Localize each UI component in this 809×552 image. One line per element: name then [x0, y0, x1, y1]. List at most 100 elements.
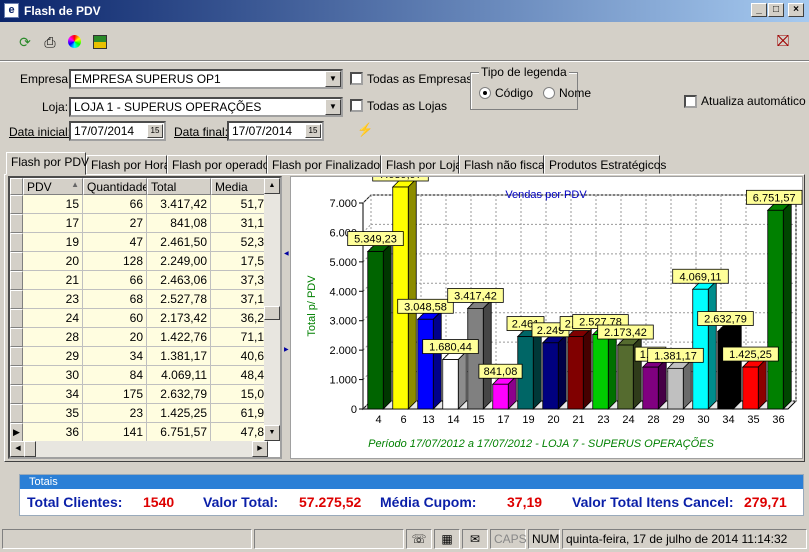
chevron-down-icon[interactable]: ▼	[325, 99, 341, 115]
table-row[interactable]: 23 68 2.527,78 37,1	[10, 290, 268, 309]
minimize-button[interactable]: _	[751, 3, 767, 17]
pdv-grid[interactable]: PDV ▲ Quantidade Total Media 15 66 3.417,42…	[8, 176, 282, 459]
color-wheel-icon[interactable]	[66, 33, 84, 51]
table-cell: 29	[23, 347, 83, 366]
row-indicator[interactable]	[10, 195, 23, 214]
data-final-field[interactable]: 17/07/2014 15	[227, 121, 324, 141]
data-inicial-field[interactable]: 17/07/2014 15	[69, 121, 166, 141]
table-row[interactable]: 35 23 1.425,25 61,9	[10, 404, 268, 423]
data-label: 841,08	[484, 366, 518, 378]
row-indicator[interactable]	[10, 252, 23, 271]
bar-side	[682, 359, 692, 410]
row-indicator[interactable]	[10, 347, 23, 366]
tab-flash-pdv[interactable]: Flash por PDV	[6, 152, 89, 175]
scroll-thumb[interactable]	[264, 306, 280, 320]
table-cell: 2.463,06	[147, 271, 211, 290]
table-row[interactable]: 17 27 841,08 31,1	[10, 214, 268, 233]
row-indicator[interactable]	[10, 214, 23, 233]
loja-label: Loja:	[42, 100, 69, 114]
scroll-up-arrow-icon[interactable]: ▲	[264, 178, 280, 194]
x-tick-label: 24	[622, 414, 634, 426]
calendar-icon[interactable]: 15	[147, 124, 163, 138]
todas-empresas-checkbox[interactable]	[350, 72, 363, 85]
table-row[interactable]: 21 66 2.463,06 37,3	[10, 271, 268, 290]
loja-select[interactable]: LOJA 1 - SUPERUS OPERAÇÕES ▼	[69, 97, 343, 117]
grid-vertical-scrollbar[interactable]: ▲ ▼	[264, 178, 280, 441]
grid-header-total[interactable]: Total	[147, 178, 211, 195]
exit-door-icon[interactable]: ⛝	[774, 33, 792, 51]
table-cell: 37,1	[211, 290, 268, 309]
x-tick-label: 19	[522, 414, 534, 426]
bar	[667, 367, 684, 410]
grid-corner	[10, 178, 23, 195]
tab-produtos-estrategicos[interactable]: Produtos Estratégicos	[544, 155, 666, 174]
todas-lojas-checkbox[interactable]	[350, 99, 363, 112]
table-row[interactable]: 30 84 4.069,11 48,4	[10, 366, 268, 385]
row-indicator[interactable]	[10, 328, 23, 347]
grid-horizontal-scrollbar[interactable]: ◀ ▶	[10, 441, 268, 457]
row-indicator[interactable]	[10, 385, 23, 404]
printer-icon[interactable]: ⎙	[41, 33, 59, 51]
radio-codigo[interactable]	[479, 87, 491, 99]
bar-side	[582, 327, 592, 410]
tab-flash-operador[interactable]: Flash por operador	[167, 155, 273, 174]
table-cell: 15	[23, 195, 83, 214]
empresa-label: Empresa:	[20, 72, 72, 86]
bar-side	[732, 322, 742, 410]
grid-header-pdv[interactable]: PDV ▲	[23, 178, 83, 195]
filter-icon[interactable]	[91, 33, 109, 51]
row-indicator[interactable]	[10, 366, 23, 385]
radio-nome[interactable]	[543, 87, 555, 99]
table-row[interactable]: 29 34 1.381,17 40,6	[10, 347, 268, 366]
row-indicator[interactable]	[10, 271, 23, 290]
lightning-icon[interactable]: ⚡	[357, 122, 373, 138]
y-tick-label: 1.000	[329, 375, 357, 387]
table-cell: 128	[83, 252, 147, 271]
data-inicial-label: Data inicial:	[9, 125, 72, 139]
x-tick-label: 14	[447, 414, 459, 426]
refresh-icon[interactable]: ⟳	[16, 33, 34, 51]
row-indicator[interactable]: ▶	[10, 423, 23, 442]
table-row[interactable]: 24 60 2.173,42 36,2	[10, 309, 268, 328]
row-indicator[interactable]	[10, 233, 23, 252]
row-indicator[interactable]	[10, 290, 23, 309]
table-cell: 37,3	[211, 271, 268, 290]
tab-flash-finalizadora[interactable]: Flash por Finalizadora	[267, 155, 391, 174]
table-row[interactable]: ▶ 36 141 6.751,57 47,8	[10, 423, 268, 442]
chevron-down-icon[interactable]: ▼	[325, 71, 341, 87]
scroll-down-arrow-icon[interactable]: ▼	[264, 425, 280, 441]
maximize-button[interactable]: □	[768, 3, 784, 17]
table-cell: 40,6	[211, 347, 268, 366]
x-tick-label: 6	[400, 414, 406, 426]
auto-update-checkbox[interactable]	[684, 95, 697, 108]
row-indicator[interactable]	[10, 404, 23, 423]
scroll-right-arrow-icon[interactable]: ▶	[252, 441, 268, 457]
table-row[interactable]: 15 66 3.417,42 51,7	[10, 195, 268, 214]
window-title: Flash de PDV	[24, 4, 101, 18]
row-indicator[interactable]	[10, 309, 23, 328]
table-row[interactable]: 34 175 2.632,79 15,0	[10, 385, 268, 404]
table-row[interactable]: 20 128 2.249,00 17,5	[10, 252, 268, 271]
calendar-icon[interactable]: 15	[305, 124, 321, 138]
table-row[interactable]: 28 20 1.422,76 71,1	[10, 328, 268, 347]
table-cell: 66	[83, 195, 147, 214]
empresa-select[interactable]: EMPRESA SUPERUS OP1 ▼	[69, 69, 343, 89]
tab-flash-nao-fiscal[interactable]: Flash não fiscal	[459, 155, 547, 174]
media-cupom-value: 37,19	[507, 494, 543, 510]
valor-total-label: Valor Total:	[203, 494, 279, 510]
x-tick-label: 30	[697, 414, 709, 426]
bar-chart: 01.0002.0003.0004.0005.0006.0007.000Vend…	[306, 166, 803, 450]
table-cell: 71,1	[211, 328, 268, 347]
hscroll-thumb[interactable]	[24, 441, 36, 457]
legend-group-title: Tipo de legenda	[479, 65, 569, 79]
tab-flash-loja[interactable]: Flash por Loja	[381, 155, 462, 174]
bar-side	[432, 310, 442, 410]
table-cell: 84	[83, 366, 147, 385]
grid-header-media[interactable]: Media	[211, 178, 268, 195]
tab-flash-hora[interactable]: Flash por Hora	[86, 155, 170, 174]
table-row[interactable]: 19 47 2.461,50 52,3	[10, 233, 268, 252]
close-button[interactable]: ×	[788, 3, 804, 17]
grid-header-quantidade[interactable]: Quantidade	[83, 178, 147, 195]
data-final-value: 17/07/2014	[232, 124, 293, 138]
splitter[interactable]: ◀ ▶	[284, 250, 289, 370]
